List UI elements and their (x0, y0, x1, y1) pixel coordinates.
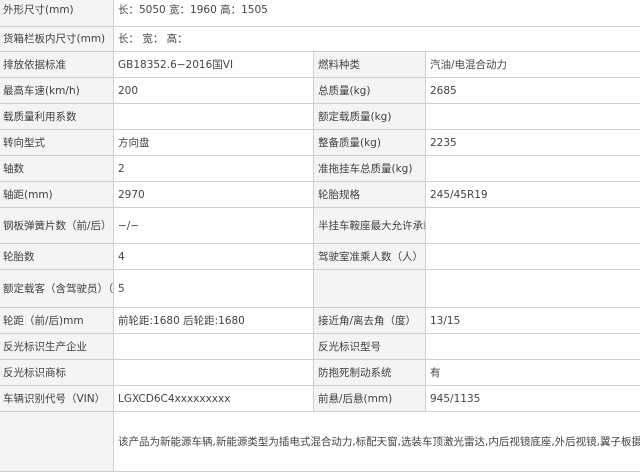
vehicle-spec-sheet: 外形尺寸(mm) 长：5050 宽：1960 高：1505 货箱栏板内尺寸(mm… (0, 0, 640, 448)
label-saddle-load: 半挂车鞍座最大允许承载质量(kg) (314, 208, 426, 244)
table-row: 转向型式 方向盘 整备质量(kg) 2235 (0, 130, 640, 156)
table-row: 反光标识生产企业 反光标识型号 (0, 334, 640, 360)
table-row: 额定载客（含驾驶员）（座位数） 5 (0, 270, 640, 308)
table-row: 反光标识商标 防抱死制动系统 有 (0, 360, 640, 386)
label-reflector-brand: 反光标识商标 (0, 360, 114, 386)
label-track-width: 轮距（前/后)mm (0, 308, 114, 334)
label-emission-standard: 排放依据标准 (0, 52, 114, 78)
label-abs: 防抱死制动系统 (314, 360, 426, 386)
table-row: 车辆识别代号（VIN） LGXCD6C4xxxxxxxxx 前悬/后悬(mm) … (0, 386, 640, 412)
value-tire-count: 4 (114, 244, 314, 270)
table-row: 轴数 2 准拖挂车总质量(kg) (0, 156, 640, 182)
value-cargo-box-dimensions: 长： 宽： 高： (114, 27, 640, 52)
spec-table: 外形尺寸(mm) 长：5050 宽：1960 高：1505 货箱栏板内尺寸(mm… (0, 0, 640, 472)
table-row: 排放依据标准 GB18352.6−2016国VI 燃料种类 汽油/电混合动力 (0, 52, 640, 78)
label-cab-capacity: 驾驶室准乘人数（人） (314, 244, 426, 270)
table-row: 轮胎数 4 驾驶室准乘人数（人） (0, 244, 640, 270)
value-empty-1 (426, 270, 640, 308)
row-remarks: 该产品为新能源车辆,新能源类型为插电式混合动力,标配天窗,选装车顶激光雷达,内后… (0, 412, 640, 472)
label-rated-load: 额定载质量(kg) (314, 104, 426, 130)
label-gross-mass: 总质量(kg) (314, 78, 426, 104)
value-overhang: 945/1135 (426, 386, 640, 412)
label-axle-count: 轴数 (0, 156, 114, 182)
label-overall-dimensions: 外形尺寸(mm) (0, 0, 114, 27)
value-rated-load (426, 104, 640, 130)
label-load-utilization: 载质量利用系数 (0, 104, 114, 130)
label-trailer-mass: 准拖挂车总质量(kg) (314, 156, 426, 182)
value-max-speed: 200 (114, 78, 314, 104)
value-gross-mass: 2685 (426, 78, 640, 104)
label-max-speed: 最高车速(km/h) (0, 78, 114, 104)
value-reflector-model (426, 334, 640, 360)
table-row: 轴距(mm) 2970 轮胎规格 245/45R19 (0, 182, 640, 208)
label-tire-spec: 轮胎规格 (314, 182, 426, 208)
table-row: 载质量利用系数 额定载质量(kg) (0, 104, 640, 130)
value-steering-type: 方向盘 (114, 130, 314, 156)
label-remarks-empty (0, 412, 114, 472)
label-approach-departure: 接近角/离去角（度） (314, 308, 426, 334)
label-steering-type: 转向型式 (0, 130, 114, 156)
label-fuel-type: 燃料种类 (314, 52, 426, 78)
value-vin: LGXCD6C4xxxxxxxxx (114, 386, 314, 412)
value-load-utilization (114, 104, 314, 130)
value-cab-capacity (426, 244, 640, 270)
value-emission-standard: GB18352.6−2016国VI (114, 52, 314, 78)
value-leaf-springs: −/− (114, 208, 314, 244)
value-seating: 5 (114, 270, 314, 308)
label-wheelbase: 轴距(mm) (0, 182, 114, 208)
label-leaf-springs: 钢板弹簧片数（前/后） (0, 208, 114, 244)
value-reflector-maker (114, 334, 314, 360)
table-row: 最高车速(km/h) 200 总质量(kg) 2685 (0, 78, 640, 104)
label-curb-mass: 整备质量(kg) (314, 130, 426, 156)
label-vin: 车辆识别代号（VIN） (0, 386, 114, 412)
label-reflector-model: 反光标识型号 (314, 334, 426, 360)
label-cargo-box-dimensions: 货箱栏板内尺寸(mm) (0, 27, 114, 52)
table-row: 钢板弹簧片数（前/后） −/− 半挂车鞍座最大允许承载质量(kg) (0, 208, 640, 244)
table-row: 轮距（前/后)mm 前轮距:1680 后轮距:1680 接近角/离去角（度） 1… (0, 308, 640, 334)
remarks-text: 该产品为新能源车辆,新能源类型为插电式混合动力,标配天窗,选装车顶激光雷达,内后… (114, 412, 640, 472)
row-overall-dimensions: 外形尺寸(mm) 长：5050 宽：1960 高：1505 (0, 0, 640, 27)
value-track-width: 前轮距:1680 后轮距:1680 (114, 308, 314, 334)
value-curb-mass: 2235 (426, 130, 640, 156)
value-reflector-brand (114, 360, 314, 386)
label-tire-count: 轮胎数 (0, 244, 114, 270)
value-fuel-type: 汽油/电混合动力 (426, 52, 640, 78)
value-tire-spec: 245/45R19 (426, 182, 640, 208)
value-overall-dimensions: 长：5050 宽：1960 高：1505 (114, 0, 640, 27)
label-empty-1 (314, 270, 426, 308)
label-reflector-maker: 反光标识生产企业 (0, 334, 114, 360)
label-overhang: 前悬/后悬(mm) (314, 386, 426, 412)
value-approach-departure: 13/15 (426, 308, 640, 334)
value-abs: 有 (426, 360, 640, 386)
value-trailer-mass (426, 156, 640, 182)
value-saddle-load (426, 208, 640, 244)
value-axle-count: 2 (114, 156, 314, 182)
label-seating: 额定载客（含驾驶员）（座位数） (0, 270, 114, 308)
value-wheelbase: 2970 (114, 182, 314, 208)
row-cargo-box-dimensions: 货箱栏板内尺寸(mm) 长： 宽： 高： (0, 27, 640, 52)
